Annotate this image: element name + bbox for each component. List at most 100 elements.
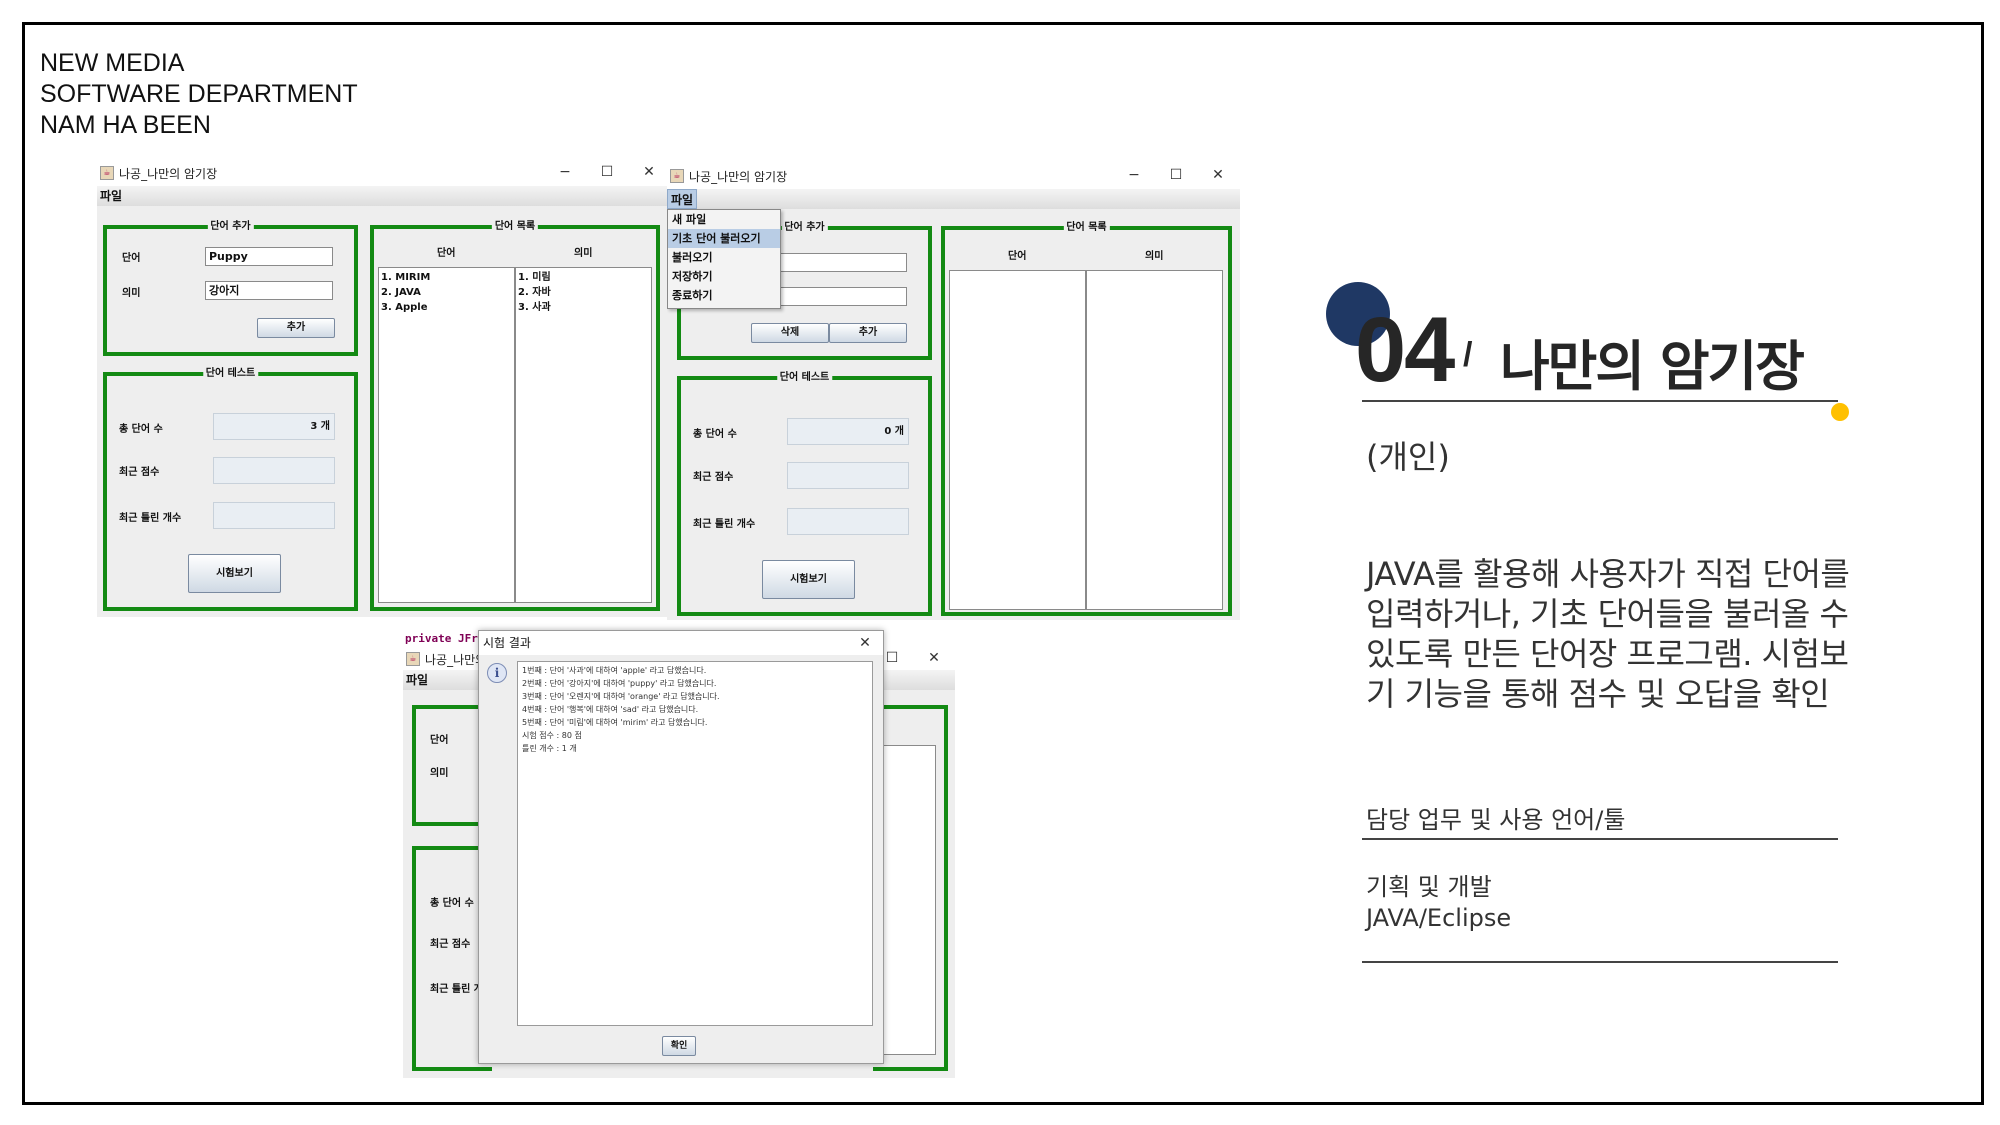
menu-file[interactable]: 파일 [667,189,698,209]
recent-score-label: 최근 점수 [119,467,160,478]
app-window-main: ☕ 나공_나만의 암기장 − ☐ ✕ 파일 단어 추가 단어 의미 Puppy … [97,160,667,617]
dialog-title: 시험 결과 [483,636,531,650]
result-line: 시험 점수 : 80 점 [522,731,582,740]
menu-bar: 파일 [667,189,1240,209]
word-list-panel [873,705,948,1071]
header-line-1: NEW MEDIA [40,49,185,77]
add-button[interactable]: 추가 [257,318,335,338]
word-input[interactable]: Puppy [205,247,333,266]
dialog-close-button[interactable]: ✕ [855,633,875,653]
word-list[interactable]: 1. MIRIM 2. JAVA 3. Apple [378,267,515,603]
java-icon: ☕ [406,652,420,666]
list-item[interactable]: 3. Apple [381,300,512,315]
maximize-button[interactable]: ☐ [597,162,617,182]
role-line-2: JAVA/Eclipse [1366,904,1512,932]
menu-item-new-file[interactable]: 새 파일 [668,210,780,229]
dialog-titlebar: 시험 결과 [479,631,883,655]
column-header-word: 단어 [1008,251,1027,262]
section-subtitle: (개인) [1366,438,1450,476]
window-titlebar: ☕ 나공_나만의 암기장 − ☐ ✕ [667,163,1240,189]
total-words-field: 3 개 [213,413,335,440]
word-input[interactable] [777,253,907,272]
java-icon: ☕ [670,169,684,183]
test-button[interactable]: 시험보기 [188,554,281,593]
list-item[interactable]: 2. 자바 [518,285,649,300]
section-number: 04 [1355,299,1455,401]
recent-score-label: 최근 점수 [693,472,734,483]
menu-item-open[interactable]: 불러오기 [668,248,780,267]
minimize-button[interactable]: − [1124,165,1144,185]
header-line-3: NAM HA BEEN [40,111,211,139]
recent-wrong-label: 최근 틀린 개 [430,984,483,995]
menu-item-load-basic-words[interactable]: 기초 단어 불러오기 [668,229,780,248]
result-line: 2번째 : 단어 '강아지'에 대하여 'puppy' 라고 답했습니다. [522,679,717,688]
word-label: 단어 [430,735,449,746]
list-item[interactable]: 1. MIRIM [381,270,512,285]
list-item[interactable]: 2. JAVA [381,285,512,300]
result-line: 틀린 개수 : 1 개 [522,744,577,753]
bottom-divider [1362,961,1838,963]
meaning-label: 의미 [122,288,141,299]
menu-file[interactable]: 파일 [403,670,431,690]
menu-file[interactable]: 파일 [97,186,125,206]
panel-title: 단어 목록 [1063,221,1110,235]
file-menu-dropdown: 새 파일 기초 단어 불러오기 불러오기 저장하기 종료하기 [667,209,781,309]
word-list-panel: 단어 목록 단어 의미 1. MIRIM 2. JAVA 3. Apple 1.… [370,220,660,611]
close-button[interactable]: ✕ [639,162,659,182]
header-line-2: SOFTWARE DEPARTMENT [40,80,358,108]
meaning-label: 의미 [430,768,449,779]
panel-title: 단어 추가 [207,220,254,234]
menu-item-save[interactable]: 저장하기 [668,267,780,286]
decor-dot-yellow [1831,403,1849,421]
result-text-area[interactable]: 1번째 : 단어 '사과'에 대하여 'apple' 라고 답했습니다. 2번째… [517,661,873,1026]
list-item[interactable]: 1. 미림 [518,270,649,285]
add-word-panel: 단어 추가 단어 의미 Puppy 강아지 추가 [103,220,358,356]
role-details: 기획 및 개발 JAVA/Eclipse [1366,872,1511,934]
meaning-input[interactable]: 강아지 [205,281,333,300]
app-window-file-menu: ☕ 나공_나만의 암기장 − ☐ ✕ 파일 단어 추가 삭제 추가 새 파일 기… [667,163,1240,620]
close-button[interactable]: ✕ [924,648,944,668]
total-words-field: 0 개 [787,418,909,445]
result-line: 1번째 : 단어 '사과'에 대하여 'apple' 라고 답했습니다. [522,666,707,675]
code-snippet: private JFr [405,632,478,645]
recent-wrong-label: 최근 틀린 개수 [693,519,756,530]
delete-button[interactable]: 삭제 [751,323,829,343]
word-test-panel: 단어 테스트 총 단어 수 최근 점수 최근 틀린 개수 3 개 시험보기 [103,367,358,611]
word-label: 단어 [122,253,141,264]
meaning-list[interactable]: 1. 미림 2. 자바 3. 사과 [515,267,652,603]
maximize-button[interactable]: ☐ [1166,165,1186,185]
result-line: 5번째 : 단어 '미림'에 대하여 'mirim' 라고 답했습니다. [522,718,708,727]
column-header-word: 단어 [437,248,456,259]
add-button[interactable]: 추가 [829,323,907,343]
column-header-meaning: 의미 [574,248,593,259]
role-heading: 담당 업무 및 사용 언어/툴 [1366,806,1626,834]
window-titlebar: ☕ 나공_나만의 암기장 − ☐ ✕ [97,160,667,186]
meaning-input[interactable] [777,287,907,306]
panel-title: 단어 테스트 [202,367,259,381]
test-button[interactable]: 시험보기 [762,560,855,599]
ok-button[interactable]: 확인 [662,1036,696,1056]
close-button[interactable]: ✕ [1208,165,1228,185]
section-slash: / [1463,336,1473,374]
menu-item-exit[interactable]: 종료하기 [668,286,780,305]
java-icon: ☕ [100,166,114,180]
column-header-meaning: 의미 [1145,251,1164,262]
recent-score-field [213,457,335,484]
total-words-label: 총 단어 수 [693,429,737,440]
word-list[interactable] [949,270,1086,610]
recent-wrong-field [213,502,335,529]
section-title: 나만의 암기장 [1500,335,1805,398]
panel-title: 단어 목록 [491,220,539,234]
recent-score-field [787,462,909,489]
project-description: JAVA를 활용해 사용자가 직접 단어를 입력하거나, 기초 단어들을 불러올… [1366,555,1850,713]
minimize-button[interactable]: − [555,162,575,182]
list-item[interactable]: 3. 사과 [518,300,649,315]
meaning-list[interactable] [1086,270,1223,610]
info-icon: i [487,663,507,683]
window-title: 나공_나만의 암기장 [119,167,218,181]
panel-title: 단어 추가 [781,221,828,235]
maximize-button[interactable]: ☐ [882,648,902,668]
recent-wrong-field [787,508,909,535]
menu-bar: 파일 [97,186,667,206]
word-test-panel: 단어 테스트 총 단어 수 최근 점수 최근 틀린 개수 0 개 시험보기 [677,371,932,616]
